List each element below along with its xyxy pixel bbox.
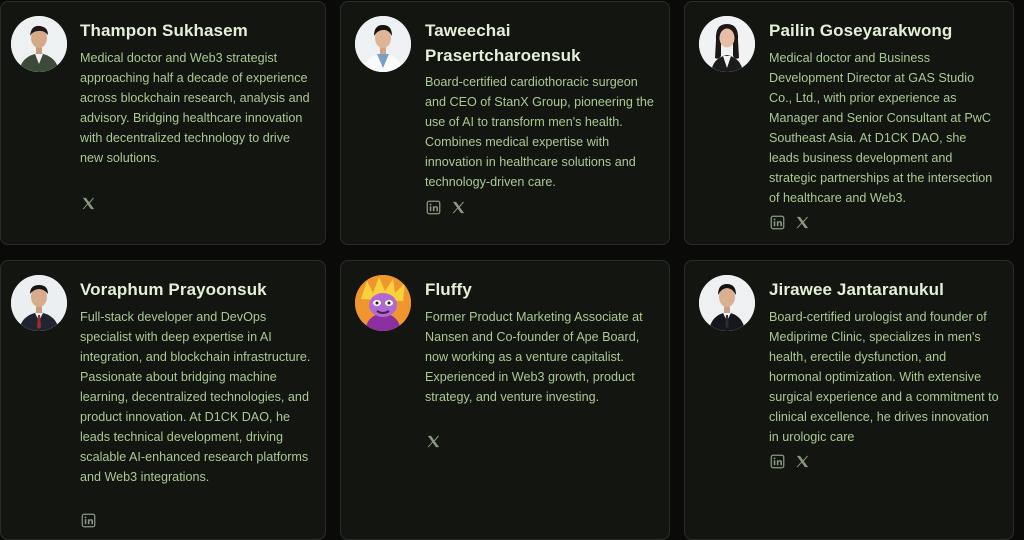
member-name: Fluffy: [425, 280, 472, 299]
avatar: [699, 16, 755, 72]
member-bio: Medical doctor and Web3 strategist appro…: [80, 51, 310, 165]
x-icon[interactable]: [426, 434, 441, 449]
member-name: Voraphum Prayoonsuk: [80, 280, 267, 299]
team-card-jirawee: Jirawee Jantaranukul Board-certified uro…: [684, 260, 1014, 540]
linkedin-icon[interactable]: [770, 454, 785, 469]
member-bio: Board-certified urologist and founder of…: [769, 310, 999, 444]
team-card-voraphum: Voraphum Prayoonsuk Full-stack developer…: [0, 260, 326, 540]
avatar: [355, 275, 411, 331]
member-bio: Board-certified cardiothoracic surgeon a…: [425, 75, 654, 189]
member-name: Taweechai Prasertcharoensuk: [425, 21, 581, 65]
avatar: [355, 16, 411, 72]
x-icon[interactable]: [795, 215, 810, 230]
member-bio: Medical doctor and Business Development …: [769, 51, 993, 205]
linkedin-icon[interactable]: [770, 215, 785, 230]
linkedin-icon[interactable]: [426, 200, 441, 215]
member-bio: Full-stack developer and DevOps speciali…: [80, 310, 311, 484]
team-card-fluffy: Fluffy Former Product Marketing Associat…: [340, 260, 670, 540]
member-bio: Former Product Marketing Associate at Na…: [425, 310, 643, 404]
team-card-thampon: Thampon Sukhasem Medical doctor and Web3…: [0, 1, 326, 245]
member-name: Jirawee Jantaranukul: [769, 280, 944, 299]
avatar: [11, 16, 67, 72]
x-icon[interactable]: [795, 454, 810, 469]
team-card-taweechai: Taweechai Prasertcharoensuk Board-certif…: [340, 1, 670, 245]
member-name: Thampon Sukhasem: [80, 21, 248, 40]
member-name: Pailin Goseyarakwong: [769, 21, 953, 40]
avatar: [699, 275, 755, 331]
x-icon[interactable]: [451, 200, 466, 215]
x-icon[interactable]: [81, 196, 96, 211]
avatar: [11, 275, 67, 331]
team-card-pailin: Pailin Goseyarakwong Medical doctor and …: [684, 1, 1014, 245]
